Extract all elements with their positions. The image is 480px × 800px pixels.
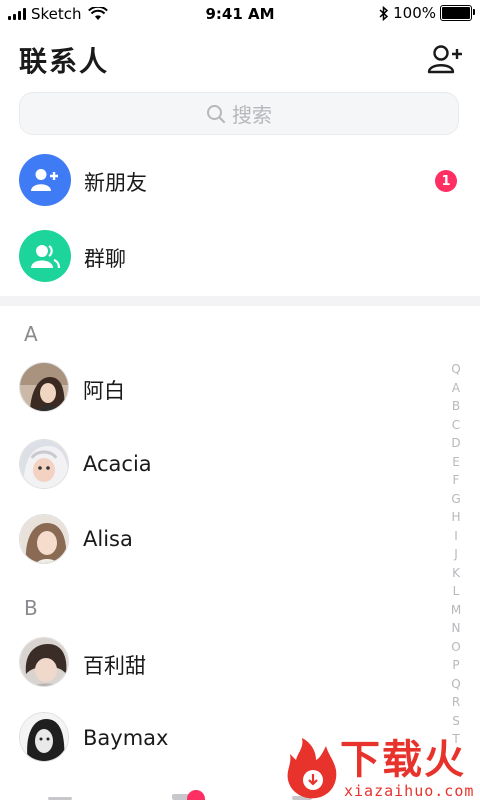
- index-letter[interactable]: G: [451, 490, 460, 509]
- section-header-a: A: [24, 322, 38, 346]
- index-letter[interactable]: I: [454, 527, 458, 546]
- watermark-url: xiazaihuo.com: [344, 782, 475, 800]
- flame-logo-icon: [287, 738, 337, 799]
- new-friends-label: 新朋友: [84, 171, 147, 195]
- battery-icon: [440, 5, 475, 21]
- index-letter[interactable]: O: [451, 638, 460, 657]
- index-letter[interactable]: B: [452, 397, 460, 416]
- index-letter[interactable]: L: [453, 582, 460, 601]
- watermark-brand: 下载火: [340, 737, 466, 783]
- search-placeholder: 搜索: [232, 103, 272, 127]
- add-user-icon: [31, 169, 58, 191]
- index-letter[interactable]: F: [453, 471, 460, 490]
- index-letter[interactable]: K: [452, 564, 460, 583]
- index-letter[interactable]: P: [452, 656, 459, 675]
- avatar: [19, 637, 69, 687]
- contact-name: Acacia: [83, 452, 152, 476]
- battery-percent: 100%: [393, 4, 436, 22]
- group-chat-label: 群聊: [84, 247, 126, 271]
- index-letter[interactable]: D: [451, 434, 460, 453]
- contact-row[interactable]: Acacia: [0, 437, 440, 493]
- contact-name: 百利甜: [83, 654, 146, 678]
- index-letter[interactable]: N: [452, 619, 461, 638]
- group-chat-avatar: [19, 230, 71, 282]
- index-letter[interactable]: C: [452, 416, 460, 435]
- group-icon: [31, 245, 61, 269]
- contact-row[interactable]: 百利甜: [0, 636, 440, 692]
- tab-badge: [187, 790, 205, 800]
- alphabet-index[interactable]: Q A B C D E F G H I J K L M N O P Q R S …: [447, 360, 465, 749]
- index-letter[interactable]: M: [451, 601, 461, 620]
- group-chat-row[interactable]: 群聊: [0, 226, 480, 288]
- index-letter[interactable]: Q: [451, 360, 460, 379]
- search-bar[interactable]: 搜索: [19, 92, 459, 135]
- index-letter[interactable]: Q: [451, 675, 460, 694]
- avatar: [19, 712, 69, 762]
- avatar: [19, 514, 69, 564]
- index-letter[interactable]: R: [452, 693, 460, 712]
- contact-row[interactable]: 阿白: [0, 360, 440, 416]
- index-letter[interactable]: E: [452, 453, 460, 472]
- section-header-b: B: [24, 596, 38, 620]
- section-divider: [0, 296, 480, 306]
- contact-name: Baymax: [83, 726, 169, 750]
- search-icon: [207, 104, 226, 123]
- contact-row[interactable]: Alisa: [0, 514, 440, 570]
- index-letter[interactable]: A: [452, 379, 460, 398]
- add-contact-button[interactable]: [426, 42, 466, 76]
- unread-badge: 1: [435, 170, 457, 192]
- index-letter[interactable]: H: [451, 508, 460, 527]
- contact-name: 阿白: [83, 379, 125, 403]
- avatar: [19, 362, 69, 412]
- page-title: 联系人: [19, 45, 110, 78]
- status-bar: Sketch 9:41 AM 100%: [0, 0, 480, 28]
- contact-name: Alisa: [83, 527, 133, 551]
- new-friends-row[interactable]: 新朋友 1: [0, 150, 480, 212]
- add-user-icon: [427, 45, 462, 74]
- index-letter[interactable]: J: [454, 545, 458, 564]
- index-letter[interactable]: S: [452, 712, 460, 731]
- avatar: [19, 439, 69, 489]
- new-friends-avatar: [19, 154, 71, 206]
- bluetooth-icon: [379, 5, 389, 21]
- watermark-logo: 下载火 xiazaihuo.com: [282, 736, 480, 800]
- status-right: 100%: [379, 4, 475, 22]
